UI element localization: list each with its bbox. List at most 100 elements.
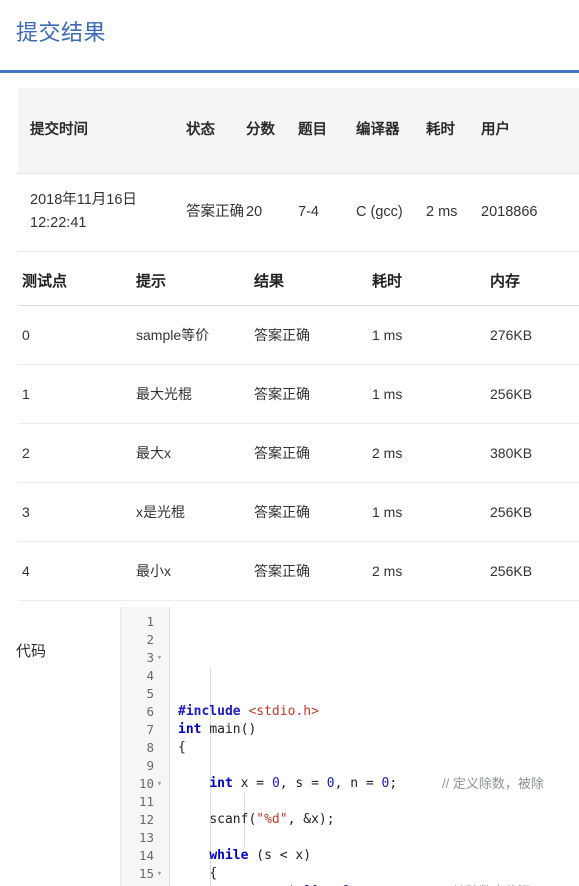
chevron-down-icon[interactable]: ▾ (154, 649, 165, 667)
code-line-number: 4▾ (146, 667, 154, 683)
header-testpoint: 测试点 (18, 251, 136, 306)
code-line-text: { (178, 739, 186, 755)
header-status: 状态 (186, 88, 246, 174)
cell-testpoint-id: 4 (18, 541, 136, 601)
testpoint-table-head: 测试点 提示 结果 耗时 内存 (18, 251, 579, 306)
code-content[interactable]: #include <stdio.h> int main() { int x = 0,… (170, 607, 579, 886)
code-line-number: 12▾ (138, 811, 154, 827)
cell-user: 2018866 (481, 173, 579, 252)
submission-table-body: 2018年11月16日 12:22:41 答案正确 20 7-4 C (gcc)… (18, 173, 579, 252)
submission-summary-table: 提交时间 状态 分数 题目 编译器 耗时 用户 2018年11月16日 12:2… (18, 88, 579, 252)
cell-elapsed: 1 ms (372, 305, 490, 365)
header-submit-time: 提交时间 (18, 88, 186, 174)
cell-memory: 256KB (490, 364, 579, 424)
code-line-number: 8▾ (146, 739, 154, 755)
cell-testpoint-id: 2 (18, 423, 136, 483)
cell-result: 答案正确 (254, 482, 372, 542)
cell-elapsed: 2 ms (426, 173, 481, 252)
cell-testpoint-id: 3 (18, 482, 136, 542)
code-line-number: 3 ▾ (121, 649, 169, 667)
status-badge: 答案正确 (186, 173, 246, 252)
header-score: 分数 (246, 88, 298, 174)
page-header: 提交结果 (0, 0, 579, 48)
cell-memory: 380KB (490, 423, 579, 483)
cell-hint: 最小x (136, 541, 254, 601)
code-line-number: 15 ▾ (121, 865, 169, 883)
code-line-text: #include <stdio.h> (178, 703, 319, 719)
cell-result: 答案正确 (254, 305, 372, 365)
code-line-number: 2▾ (146, 631, 154, 647)
code-line-text: scanf("%d", &x); (209, 811, 335, 827)
cell-result: 答案正确 (254, 541, 372, 601)
code-line-number: 6▾ (146, 703, 154, 719)
code-line-text: int main() (178, 721, 257, 737)
table-row: 4 最小x 答案正确 2 ms 256KB (18, 541, 579, 601)
code-line: while (s < x) (178, 847, 579, 865)
code-line: int main() (178, 721, 579, 739)
header-result: 结果 (254, 251, 372, 306)
code-line-number: 13▾ (138, 829, 154, 845)
header-problem: 题目 (298, 88, 356, 174)
code-line-text: { (209, 865, 218, 881)
title-divider-secondary (0, 73, 579, 75)
code-line: s = s * 10 + 1;// 被除数末位添1 (178, 883, 579, 886)
submission-result-page: 提交结果 提交时间 状态 分数 题目 编译器 耗时 用户 2018年11月16日… (0, 0, 579, 886)
cell-hint: sample等价 (136, 305, 254, 365)
code-line-text: while (s < x) (209, 847, 312, 863)
code-label: 代码 (16, 642, 47, 660)
testpoint-header-row: 测试点 提示 结果 耗时 内存 (18, 251, 579, 306)
code-line-number: 1▾ (146, 613, 154, 629)
table-row: 2 最大x 答案正确 2 ms 380KB (18, 423, 579, 483)
submission-header-row: 提交时间 状态 分数 题目 编译器 耗时 用户 (18, 88, 579, 174)
cell-result: 答案正确 (254, 364, 372, 424)
code-section: 代码 1▾ 2▾ 3▾4▾ 5▾ 6▾ 7▾ 8▾ 9▾ 10▾11▾ 12▾ 13▾ 14▾ 15▾1… (0, 606, 579, 886)
code-line-number: 11▾ (138, 793, 154, 809)
header-memory: 内存 (490, 251, 579, 306)
code-line: scanf("%d", &x); (178, 811, 579, 829)
cell-problem[interactable]: 7-4 (298, 173, 356, 252)
code-line: int x = 0, s = 0, n = 0; // 定义除数，被除 (178, 775, 579, 793)
table-row: 1 最大光棍 答案正确 1 ms 256KB (18, 364, 579, 424)
cell-memory: 276KB (490, 305, 579, 365)
table-row: 3 x是光棍 答案正确 1 ms 256KB (18, 482, 579, 542)
header-tp-elapsed: 耗时 (372, 251, 490, 306)
cell-elapsed: 1 ms (372, 364, 490, 424)
code-line-text: int x = 0, s = 0, n = 0; (209, 775, 398, 791)
header-user: 用户 (481, 88, 579, 174)
code-line-number: 16▾ (121, 883, 169, 886)
code-line-comment: // 定义除数，被除 (442, 775, 544, 791)
code-line-number-gutter: 1▾2▾3▾4▾5▾6▾7▾8▾9▾10▾11▾12▾13▾14▾15▾16▾1… (120, 606, 170, 886)
cell-submit-time: 2018年11月16日 12:22:41 (18, 173, 186, 252)
cell-testpoint-id: 0 (18, 305, 136, 365)
cell-compiler: C (gcc) (356, 173, 426, 252)
cell-hint: 最大x (136, 423, 254, 483)
code-line-number: 5▾ (146, 685, 154, 701)
submission-table-head: 提交时间 状态 分数 题目 编译器 耗时 用户 (18, 88, 579, 174)
cell-elapsed: 2 ms (372, 423, 490, 483)
cell-result: 答案正确 (254, 423, 372, 483)
code-line: #include <stdio.h> (178, 703, 579, 721)
code-line-number: 14▾ (138, 847, 154, 863)
code-line-number: 10 ▾ (121, 775, 169, 793)
testpoint-table-body: 0 sample等价 答案正确 1 ms 276KB 1 最大光棍 答案正确 1… (18, 305, 579, 601)
header-hint: 提示 (136, 251, 254, 306)
header-elapsed: 耗时 (426, 88, 481, 174)
page-title: 提交结果 (16, 20, 107, 45)
code-line-number: 9▾ (146, 757, 154, 773)
cell-hint: x是光棍 (136, 482, 254, 542)
code-line: { (178, 739, 579, 757)
chevron-down-icon[interactable]: ▾ (154, 775, 165, 793)
code-line: { (178, 865, 579, 883)
code-line-number: 7▾ (146, 721, 154, 737)
chevron-down-icon[interactable]: ▾ (154, 865, 165, 883)
cell-hint: 最大光棍 (136, 364, 254, 424)
cell-score: 20 (246, 173, 298, 252)
table-row: 0 sample等价 答案正确 1 ms 276KB (18, 305, 579, 365)
code-viewer[interactable]: 1▾2▾3▾4▾5▾6▾7▾8▾9▾10▾11▾12▾13▾14▾15▾16▾1… (120, 606, 579, 886)
testpoint-table: 测试点 提示 结果 耗时 内存 0 sample等价 答案正确 1 ms 276… (18, 251, 579, 601)
cell-elapsed: 1 ms (372, 482, 490, 542)
table-row[interactable]: 2018年11月16日 12:22:41 答案正确 20 7-4 C (gcc)… (18, 173, 579, 252)
